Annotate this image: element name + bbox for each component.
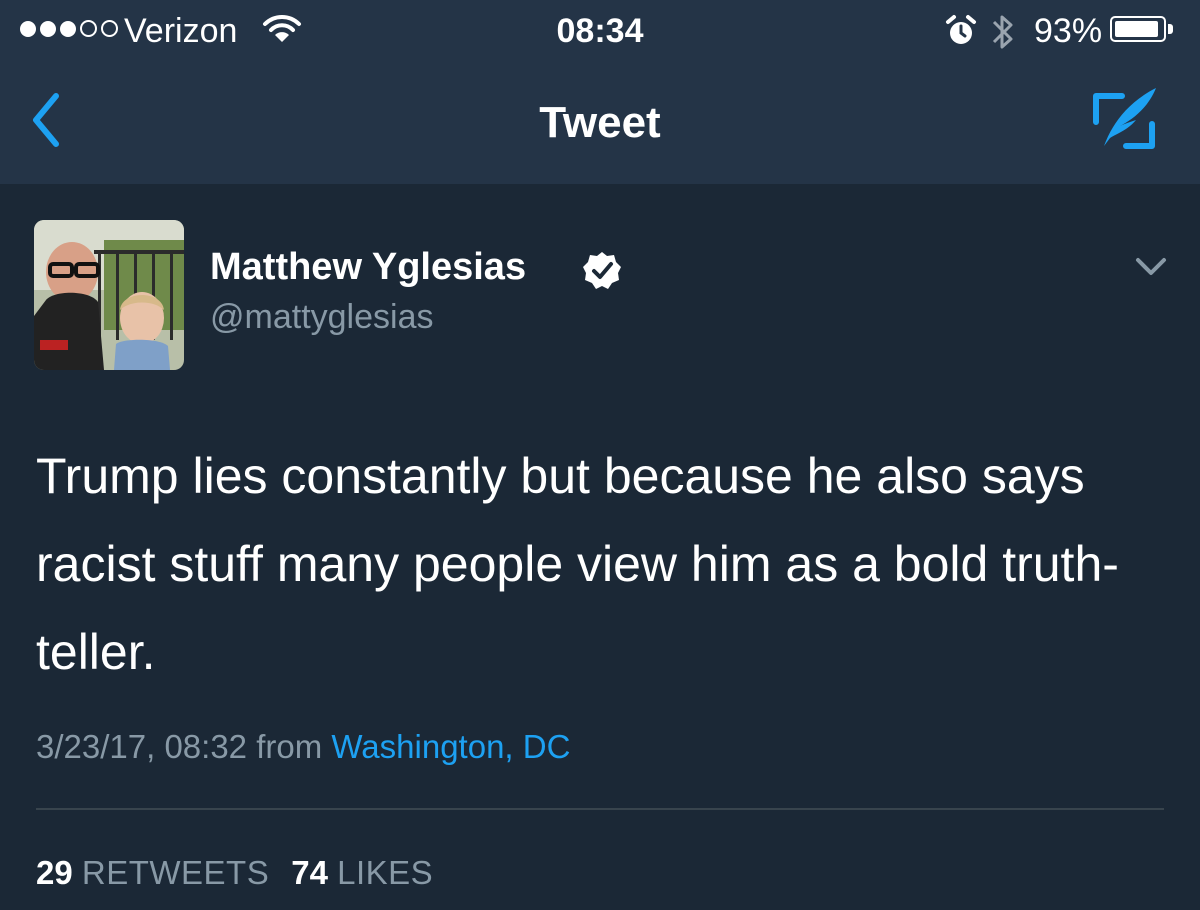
likes-stat[interactable]: 74 LIKES bbox=[291, 854, 455, 891]
battery-icon bbox=[1110, 16, 1166, 42]
retweets-stat[interactable]: 29 RETWEETS bbox=[36, 854, 291, 891]
from-label: from bbox=[256, 728, 323, 765]
location-link[interactable]: Washington, DC bbox=[331, 728, 570, 765]
status-time: 08:34 bbox=[556, 12, 644, 50]
battery-level bbox=[1115, 21, 1158, 37]
tweet-stats: 29 RETWEETS 74 LIKES bbox=[36, 854, 455, 892]
likes-count: 74 bbox=[291, 854, 328, 891]
nav-bar: Tweet bbox=[0, 62, 1200, 184]
divider bbox=[36, 808, 1164, 810]
battery-tip bbox=[1168, 24, 1173, 34]
compose-tweet-icon[interactable] bbox=[1090, 84, 1162, 161]
chevron-down-icon[interactable] bbox=[1134, 256, 1168, 283]
battery-percent: 93% bbox=[1034, 12, 1103, 50]
status-bar: Verizon 08:34 93% bbox=[0, 0, 1200, 62]
author-name[interactable]: Matthew Yglesias bbox=[210, 246, 526, 289]
tweet-text: Trump lies constantly but because he als… bbox=[36, 448, 1119, 680]
likes-label: LIKES bbox=[337, 854, 434, 891]
avatar[interactable] bbox=[34, 220, 184, 370]
retweets-label: RETWEETS bbox=[81, 854, 270, 891]
retweets-count: 29 bbox=[36, 854, 73, 891]
verified-badge-icon bbox=[582, 250, 622, 295]
page-title: Tweet bbox=[539, 98, 661, 147]
author-handle[interactable]: @mattyglesias bbox=[210, 298, 433, 337]
alarm-clock-icon bbox=[944, 14, 978, 57]
tweet-meta: 3/23/17, 08:32 from Washington, DC bbox=[36, 728, 570, 766]
bluetooth-icon bbox=[990, 12, 1016, 61]
tweet-timestamp: 3/23/17, 08:32 bbox=[36, 728, 248, 765]
